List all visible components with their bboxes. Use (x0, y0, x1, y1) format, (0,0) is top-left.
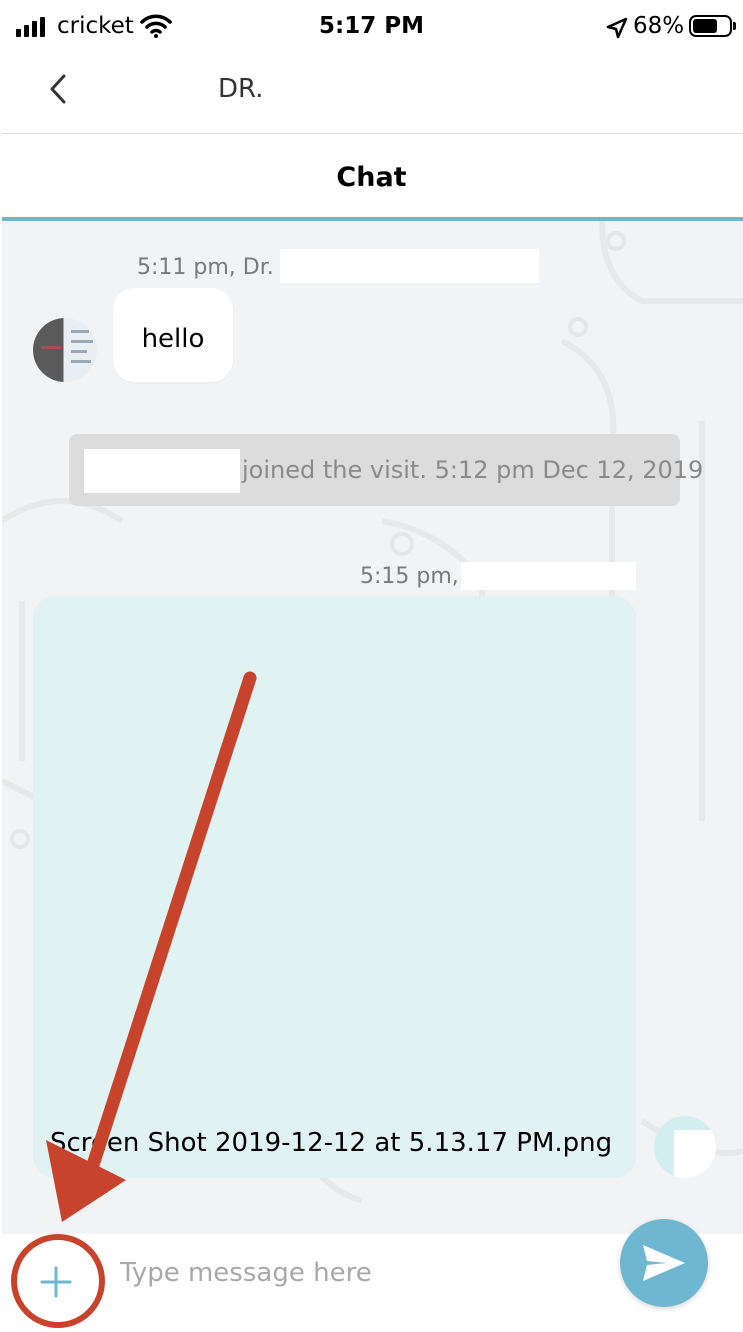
system-message-text: joined the visit. 5:12 pm Dec 12, 2019 (242, 456, 704, 484)
nav-title: DR. (218, 74, 264, 104)
incoming-message-meta: 5:11 pm, Dr. (137, 255, 274, 280)
redacted-sender-name (280, 249, 539, 283)
battery-tip (733, 22, 736, 30)
incoming-message-bubble[interactable]: hello (113, 288, 233, 382)
status-bar: cricket 5:17 PM 68% (0, 0, 743, 56)
tab-chat-label: Chat (336, 162, 407, 193)
system-message: joined the visit. 5:12 pm Dec 12, 2019 (69, 434, 703, 506)
message-input[interactable] (110, 1245, 620, 1301)
doctor-avatar[interactable] (33, 318, 97, 382)
tab-chat[interactable]: Chat (0, 134, 743, 218)
attachment-filename[interactable]: Screen Shot 2019-12-12 at 5.13.17 PM.png (50, 1128, 612, 1158)
send-icon (643, 1245, 685, 1281)
redacted-participant-name (84, 449, 240, 493)
redacted-sender-name-2 (461, 562, 636, 590)
incoming-message-text: hello (141, 324, 205, 354)
back-chevron-icon[interactable] (40, 70, 80, 110)
location-arrow-icon (606, 17, 628, 39)
outgoing-message-meta: 5:15 pm, (360, 564, 459, 589)
outgoing-attachment-bubble[interactable]: Screen Shot 2019-12-12 at 5.13.17 PM.png (33, 596, 636, 1178)
status-time: 5:17 PM (319, 13, 424, 39)
redacted-avatar (674, 1130, 716, 1178)
battery-percent: 68% (633, 13, 685, 39)
user-avatar[interactable] (654, 1116, 716, 1178)
plus-icon[interactable] (22, 1248, 90, 1316)
send-button[interactable] (620, 1219, 708, 1307)
battery-icon (689, 15, 732, 37)
